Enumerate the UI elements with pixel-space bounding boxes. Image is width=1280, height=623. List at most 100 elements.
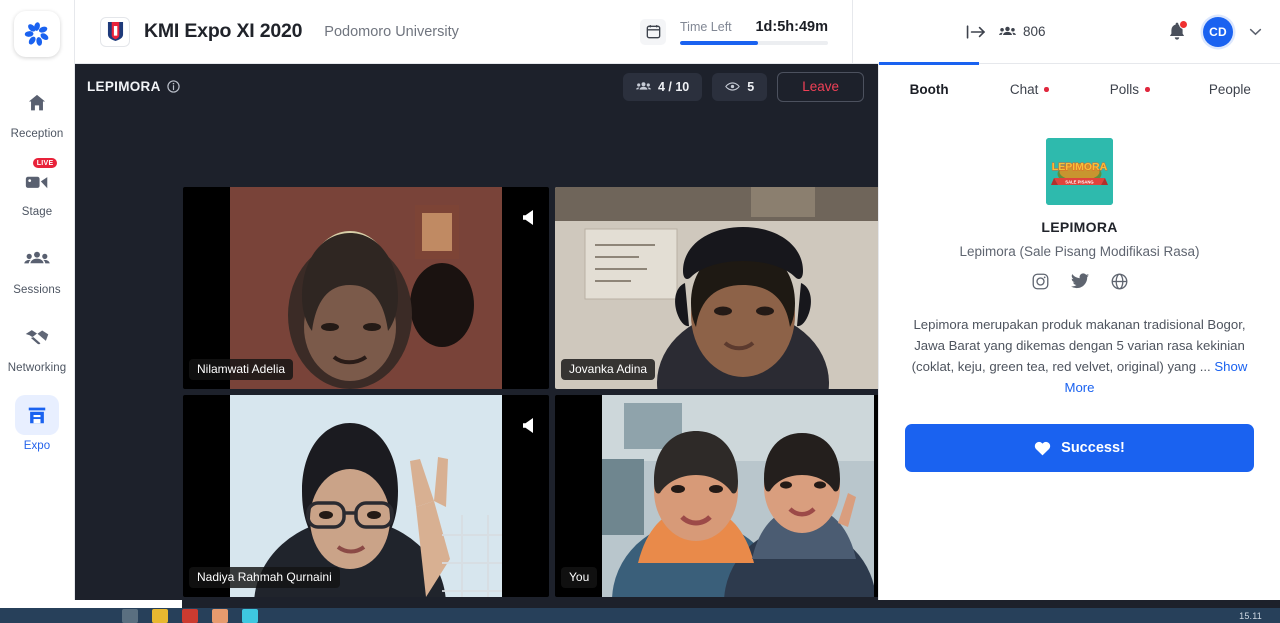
home-icon [15, 83, 59, 123]
tab-label: Booth [910, 82, 949, 97]
event-organizer: Podomoro University [324, 24, 459, 40]
success-cta-button[interactable]: Success! [905, 424, 1254, 472]
booth-panel: LEPIMORA SALE PISANG LEPIMORA Lepimora (… [879, 114, 1280, 472]
participant-name: Nadiya Rahmah Qurnaini [189, 567, 340, 588]
globe-icon[interactable] [1111, 273, 1128, 290]
tab-people[interactable]: People [1180, 64, 1280, 114]
video-tile[interactable]: Nadiya Rahmah Qurnaini [183, 395, 549, 597]
app-root: Reception LIVE Stage [0, 0, 1280, 623]
timer-value: 1d:5h:49m [755, 19, 828, 35]
taskbar-clock: 15.11 [1239, 611, 1262, 621]
podomoro-shield-logo-icon [100, 17, 130, 47]
people-group-icon [15, 239, 59, 279]
left-sidebar: Reception LIVE Stage [0, 0, 75, 608]
attendee-count-label: 806 [1023, 24, 1046, 39]
participant-name: Nilamwati Adelia [189, 359, 293, 380]
tab-unread-dot [1044, 87, 1049, 92]
event-timer: Time Left 1d:5h:49m [640, 0, 853, 63]
taskbar-app-icon[interactable] [212, 609, 228, 623]
sidebar-item-label: Sessions [13, 284, 60, 296]
participant-name: Jovanka Adina [561, 359, 655, 380]
taskbar-app-icon[interactable] [242, 609, 258, 623]
leave-button[interactable]: Leave [777, 72, 864, 102]
sidebar-item-label: Expo [24, 440, 51, 452]
collapse-panel-icon[interactable] [965, 24, 987, 40]
stage-toolbar: LEPIMORA 4 / 10 [75, 64, 878, 109]
chevron-down-icon[interactable] [1249, 28, 1262, 36]
video-camera-icon: LIVE [15, 161, 59, 201]
sidebar-item-networking[interactable]: Networking [0, 317, 74, 374]
sidebar-item-stage[interactable]: LIVE Stage [0, 161, 74, 218]
participant-video [602, 395, 874, 597]
timer-progress-bar [680, 41, 828, 45]
svg-text:SALE PISANG: SALE PISANG [1065, 180, 1093, 185]
tab-chat[interactable]: Chat [979, 64, 1079, 114]
header-brand: KMI Expo XI 2020 Podomoro University [75, 17, 459, 47]
leave-label: Leave [802, 79, 839, 94]
participants-pill[interactable]: 4 / 10 [623, 73, 702, 101]
sidebar-item-label: Reception [11, 128, 64, 140]
panel-tabs: Booth Chat Polls People [879, 64, 1280, 114]
eye-icon [725, 81, 740, 92]
tab-unread-dot [1145, 87, 1150, 92]
video-tile[interactable]: You [555, 395, 921, 597]
hubilo-swirl-logo-icon [23, 20, 51, 48]
timer-progress-fill [680, 41, 758, 45]
taskbar-app-icon[interactable] [182, 609, 198, 623]
instagram-icon[interactable] [1032, 273, 1049, 290]
people-icon [999, 25, 1016, 38]
handshake-icon [15, 317, 59, 357]
taskbar-app-icon[interactable] [152, 609, 168, 623]
tab-booth[interactable]: Booth [879, 64, 979, 114]
platform-logo[interactable] [14, 11, 60, 57]
sidebar-item-sessions[interactable]: Sessions [0, 239, 74, 296]
video-tile[interactable]: Nilamwati Adelia [183, 187, 549, 389]
tab-label: Chat [1010, 82, 1039, 97]
timer-label: Time Left [680, 20, 732, 34]
info-circle-icon[interactable] [167, 80, 180, 93]
tab-label: Polls [1110, 82, 1139, 97]
attendee-count[interactable]: 806 [999, 24, 1046, 39]
speaker-icon[interactable] [522, 209, 537, 231]
booth-socials [905, 273, 1254, 290]
notifications-button[interactable] [1167, 21, 1187, 42]
taskbar-strip [0, 600, 1280, 608]
speaker-icon[interactable] [522, 417, 537, 439]
taskbar-white-strip [0, 600, 182, 608]
sidebar-item-expo[interactable]: Expo [0, 395, 74, 452]
tab-label: People [1209, 82, 1251, 97]
event-title: KMI Expo XI 2020 [144, 20, 302, 43]
tab-polls[interactable]: Polls [1080, 64, 1180, 114]
booth-description: Lepimora merupakan produk makanan tradis… [905, 314, 1254, 398]
booth-store-icon [15, 395, 59, 435]
top-header: KMI Expo XI 2020 Podomoro University Tim… [75, 0, 1280, 64]
taskbar-app-icon[interactable] [122, 609, 138, 623]
live-badge: LIVE [33, 158, 57, 168]
booth-name: LEPIMORA [905, 219, 1254, 235]
sidebar-nav: Reception LIVE Stage [0, 83, 74, 473]
sidebar-item-label: Networking [8, 362, 67, 374]
booth-tagline: Lepimora (Sale Pisang Modifikasi Rasa) [905, 244, 1254, 259]
heart-icon [1034, 441, 1051, 456]
sidebar-item-label: Stage [22, 206, 53, 218]
viewers-label: 5 [747, 80, 754, 94]
timer-block: Time Left 1d:5h:49m [680, 19, 828, 45]
svg-text:LEPIMORA: LEPIMORA [1052, 161, 1108, 173]
notification-alert-dot [1179, 20, 1188, 29]
people-icon [636, 81, 651, 92]
video-stage: LEPIMORA 4 / 10 [75, 64, 878, 608]
header-attendees: 806 [965, 0, 1046, 63]
video-tile[interactable]: Jovanka Adina [555, 187, 921, 389]
right-panel: Booth Chat Polls People LEPIMORA [878, 64, 1280, 608]
participant-name: You [561, 567, 597, 588]
lepimora-logo-icon: LEPIMORA SALE PISANG [1046, 138, 1113, 205]
stage-toolbar-actions: 4 / 10 5 Leave [623, 72, 864, 102]
viewers-pill[interactable]: 5 [712, 73, 767, 101]
header-user-area: CD [1167, 0, 1262, 63]
twitter-icon[interactable] [1071, 273, 1089, 290]
sidebar-item-reception[interactable]: Reception [0, 83, 74, 140]
room-name: LEPIMORA [87, 79, 161, 94]
participants-label: 4 / 10 [658, 80, 689, 94]
video-grid: Nilamwati Adelia [183, 187, 921, 602]
user-avatar[interactable]: CD [1203, 17, 1233, 47]
